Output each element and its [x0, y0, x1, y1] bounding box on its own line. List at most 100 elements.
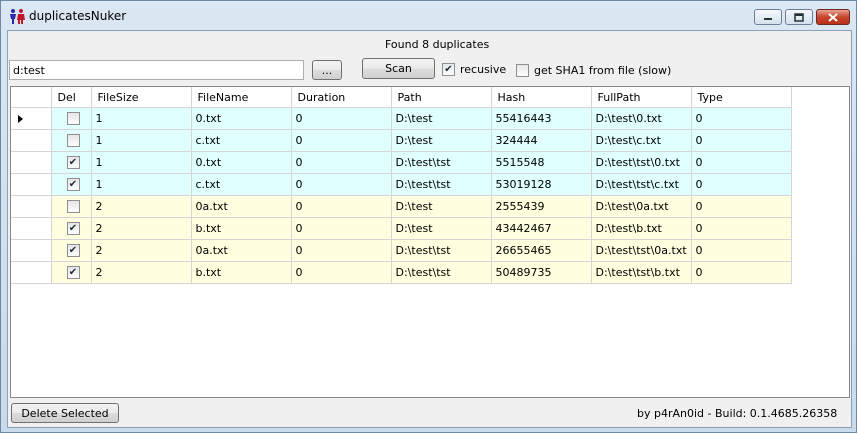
- del-checkbox[interactable]: [66, 112, 80, 125]
- cell-hash[interactable]: 53019128: [491, 173, 592, 196]
- cell-duration[interactable]: 0: [291, 239, 392, 262]
- cell-fullpath[interactable]: D:\test\tst\c.txt: [591, 173, 692, 196]
- column-header-path[interactable]: Path: [391, 87, 492, 108]
- cell-type[interactable]: 0: [691, 217, 792, 240]
- del-checkbox[interactable]: [66, 134, 80, 147]
- table-row[interactable]: ✔ 2 b.txt 0 D:\test\tst 50489735 D:\test\tst\b…: [11, 261, 792, 284]
- cell-hash[interactable]: 50489735: [491, 261, 592, 284]
- cell-path[interactable]: D:\test\tst: [391, 239, 492, 262]
- cell-path[interactable]: D:\test\tst: [391, 261, 492, 284]
- cell-type[interactable]: 0: [691, 239, 792, 262]
- row-header[interactable]: [11, 261, 52, 284]
- path-input[interactable]: [9, 60, 304, 80]
- cell-type[interactable]: 0: [691, 151, 792, 174]
- del-checkbox[interactable]: ✔: [66, 244, 80, 257]
- maximize-button[interactable]: [785, 9, 813, 25]
- row-header[interactable]: [11, 195, 52, 218]
- del-checkbox[interactable]: [66, 200, 80, 213]
- cell-filename[interactable]: c.txt: [191, 129, 292, 152]
- cell-path[interactable]: D:\test: [391, 107, 492, 130]
- cell-duration[interactable]: 0: [291, 261, 392, 284]
- sha1-checkbox[interactable]: [516, 64, 529, 77]
- cell-fullpath[interactable]: D:\test\0.txt: [591, 107, 692, 130]
- table-row[interactable]: 1 0.txt 0 D:\test 55416443 D:\test\0.txt 0: [11, 107, 792, 130]
- cell-fullpath[interactable]: D:\test\tst\0.txt: [591, 151, 692, 174]
- column-header-filesize[interactable]: FileSize: [91, 87, 192, 108]
- cell-filename[interactable]: 0a.txt: [191, 195, 292, 218]
- cell-fullpath[interactable]: D:\test\tst\0a.txt: [591, 239, 692, 262]
- cell-path[interactable]: D:\test: [391, 195, 492, 218]
- cell-hash[interactable]: 324444: [491, 129, 592, 152]
- cell-hash[interactable]: 43442467: [491, 217, 592, 240]
- cell-type[interactable]: 0: [691, 173, 792, 196]
- scan-button[interactable]: Scan: [362, 58, 435, 79]
- cell-hash[interactable]: 2555439: [491, 195, 592, 218]
- cell-filesize[interactable]: 1: [91, 173, 192, 196]
- cell-fullpath[interactable]: D:\test\b.txt: [591, 217, 692, 240]
- cell-filename[interactable]: b.txt: [191, 217, 292, 240]
- cell-hash[interactable]: 5515548: [491, 151, 592, 174]
- table-row[interactable]: ✔ 2 0a.txt 0 D:\test\tst 26655465 D:\test\tst\…: [11, 239, 792, 262]
- cell-filesize[interactable]: 2: [91, 239, 192, 262]
- cell-filesize[interactable]: 1: [91, 151, 192, 174]
- column-header-del[interactable]: Del: [51, 87, 92, 108]
- column-header-type[interactable]: Type: [691, 87, 792, 108]
- cell-filesize[interactable]: 2: [91, 217, 192, 240]
- cell-path[interactable]: D:\test: [391, 217, 492, 240]
- column-header-duration[interactable]: Duration: [291, 87, 392, 108]
- cell-duration[interactable]: 0: [291, 107, 392, 130]
- build-info: by p4rAn0id - Build: 0.1.4685.26358: [637, 407, 838, 420]
- delete-selected-button[interactable]: Delete Selected: [11, 403, 119, 423]
- row-header[interactable]: [11, 107, 52, 130]
- del-checkbox[interactable]: ✔: [66, 178, 80, 191]
- column-header-hash[interactable]: Hash: [491, 87, 592, 108]
- cell-filesize[interactable]: 1: [91, 107, 192, 130]
- cell-path[interactable]: D:\test\tst: [391, 173, 492, 196]
- table-row[interactable]: ✔ 1 0.txt 0 D:\test\tst 5515548 D:\test\tst\0.…: [11, 151, 792, 174]
- del-checkbox[interactable]: ✔: [66, 266, 80, 279]
- cell-duration[interactable]: 0: [291, 195, 392, 218]
- close-button[interactable]: [816, 9, 850, 25]
- cell-filename[interactable]: 0a.txt: [191, 239, 292, 262]
- cell-type[interactable]: 0: [691, 129, 792, 152]
- browse-button[interactable]: ...: [312, 60, 342, 80]
- minimize-button[interactable]: [754, 9, 782, 25]
- row-header[interactable]: [11, 173, 52, 196]
- cell-type[interactable]: 0: [691, 107, 792, 130]
- cell-type[interactable]: 0: [691, 195, 792, 218]
- cell-filesize[interactable]: 1: [91, 129, 192, 152]
- cell-fullpath[interactable]: D:\test\tst\b.txt: [591, 261, 692, 284]
- cell-filesize[interactable]: 2: [91, 261, 192, 284]
- cell-duration[interactable]: 0: [291, 129, 392, 152]
- cell-filename[interactable]: 0.txt: [191, 151, 292, 174]
- column-header-fullpath[interactable]: FullPath: [591, 87, 692, 108]
- cell-type[interactable]: 0: [691, 261, 792, 284]
- column-header-filename[interactable]: FileName: [191, 87, 292, 108]
- cell-filename[interactable]: b.txt: [191, 261, 292, 284]
- cell-filename[interactable]: 0.txt: [191, 107, 292, 130]
- cell-duration[interactable]: 0: [291, 173, 392, 196]
- table-row[interactable]: ✔ 1 c.txt 0 D:\test\tst 53019128 D:\test\tst\c…: [11, 173, 792, 196]
- del-checkbox[interactable]: ✔: [66, 156, 80, 169]
- cell-hash[interactable]: 26655465: [491, 239, 592, 262]
- table-row[interactable]: 1 c.txt 0 D:\test 324444 D:\test\c.txt 0: [11, 129, 792, 152]
- row-header[interactable]: [11, 217, 52, 240]
- row-header[interactable]: [11, 151, 52, 174]
- cell-filename[interactable]: c.txt: [191, 173, 292, 196]
- table-row[interactable]: ✔ 2 b.txt 0 D:\test 43442467 D:\test\b.txt 0: [11, 217, 792, 240]
- cell-duration[interactable]: 0: [291, 151, 392, 174]
- cell-fullpath[interactable]: D:\test\c.txt: [591, 129, 692, 152]
- duplicates-grid[interactable]: Del FileSize FileName Duration Path Hash…: [10, 86, 850, 398]
- table-row[interactable]: 2 0a.txt 0 D:\test 2555439 D:\test\0a.txt 0: [11, 195, 792, 218]
- recursive-checkbox[interactable]: ✔: [442, 63, 455, 76]
- cell-filesize[interactable]: 2: [91, 195, 192, 218]
- cell-fullpath[interactable]: D:\test\0a.txt: [591, 195, 692, 218]
- row-header[interactable]: [11, 129, 52, 152]
- del-checkbox[interactable]: ✔: [66, 222, 80, 235]
- cell-hash[interactable]: 55416443: [491, 107, 592, 130]
- cell-duration[interactable]: 0: [291, 217, 392, 240]
- row-header[interactable]: [11, 239, 52, 262]
- title-bar[interactable]: duplicatesNuker: [1, 1, 858, 31]
- cell-path[interactable]: D:\test\tst: [391, 151, 492, 174]
- cell-path[interactable]: D:\test: [391, 129, 492, 152]
